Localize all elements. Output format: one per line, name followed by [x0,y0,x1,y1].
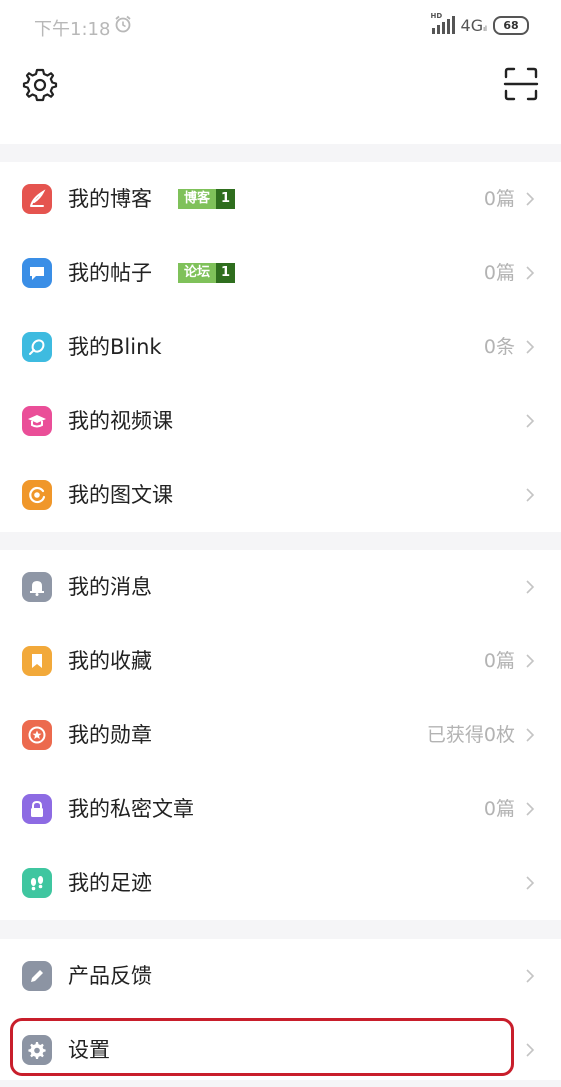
bell-icon [22,572,52,602]
menu-item-blog[interactable]: 我的博客 博客 1 0篇 [0,162,561,236]
menu-item-label: 我的帖子 [68,261,152,285]
status-indicators: HD 4Gıl 68 [431,12,529,36]
forum-badge: 论坛 1 [178,263,236,283]
menu-item-value: 0篇 [483,188,515,210]
signal-icon: HD [431,12,455,34]
menu-item-label: 我的图文课 [68,483,173,507]
menu-item-label: 我的私密文章 [68,797,194,821]
menu-item-value: 0篇 [483,798,515,820]
menu-item-video-course[interactable]: 我的视频课 [0,384,561,458]
chevron-right-icon [526,802,535,816]
menu-item-image-course[interactable]: 我的图文课 [0,458,561,532]
menu-item-blink[interactable]: 我的Blink 0条 [0,310,561,384]
menu-item-footprints[interactable]: 我的足迹 [0,846,561,920]
network-sub: ıl [483,24,487,33]
chevron-right-icon [526,969,535,983]
blog-badge: 博客 1 [178,189,236,209]
chat-bubble-icon [22,258,52,288]
scan-icon[interactable] [503,66,539,102]
alarm-icon [115,15,131,33]
lock-icon [22,794,52,824]
menu-item-posts[interactable]: 我的帖子 论坛 1 0篇 [0,236,561,310]
menu-item-value: 0条 [483,336,515,358]
menu-item-label: 我的博客 [68,187,152,211]
bookmark-icon [22,646,52,676]
status-bar: 下午1:18 HD 4Gıl 68 [0,0,561,52]
battery-level: 68 [503,18,519,32]
network-label: 4G [460,15,484,35]
blog-pen-icon [22,184,52,214]
badge-count: 1 [216,189,236,209]
menu-item-messages[interactable]: 我的消息 [0,550,561,624]
battery-icon: 68 [493,15,529,35]
pin-icon [22,332,52,362]
menu-item-label: 我的消息 [68,575,152,599]
target-icon [22,480,52,510]
menu-item-label: 我的收藏 [68,649,152,673]
graduation-cap-icon [22,406,52,436]
menu-item-favorites[interactable]: 我的收藏 0篇 [0,624,561,698]
chevron-right-icon [526,192,535,206]
chevron-right-icon [526,414,535,428]
footprint-icon [22,868,52,898]
network-type: 4Gıl [461,16,487,35]
menu-item-label: 产品反馈 [68,964,152,988]
menu-item-value: 已获得0枚 [426,724,515,746]
badge-text: 论坛 [178,263,217,283]
pencil-icon [22,961,52,991]
chevron-right-icon [526,876,535,890]
status-time: 下午1:18 [34,19,111,40]
badge-text: 博客 [178,189,217,209]
menu-item-label: 我的视频课 [68,409,173,433]
hd-label: HD [430,12,443,20]
chevron-right-icon [526,580,535,594]
menu-item-label: 我的勋章 [68,723,152,747]
menu-item-label: 我的Blink [68,335,162,359]
chevron-right-icon [526,340,535,354]
content-group-1: 我的博客 博客 1 0篇 我的帖子 论坛 1 0篇 我的Blink 0条 我的视… [0,162,561,532]
medal-icon [22,720,52,750]
menu-item-feedback[interactable]: 产品反馈 [0,939,561,1013]
chevron-right-icon [526,654,535,668]
gear-icon[interactable] [22,66,58,102]
top-bar [0,52,561,144]
menu-item-label: 我的足迹 [68,871,152,895]
chevron-right-icon [526,1043,535,1057]
badge-count: 1 [216,263,236,283]
chevron-right-icon [526,488,535,502]
menu-item-medals[interactable]: 我的勋章 已获得0枚 [0,698,561,772]
chevron-right-icon [526,728,535,742]
content-group-2: 我的消息 我的收藏 0篇 我的勋章 已获得0枚 我的私密文章 0篇 我的足迹 [0,550,561,920]
chevron-right-icon [526,266,535,280]
menu-item-private-articles[interactable]: 我的私密文章 0篇 [0,772,561,846]
settings-highlight-box [10,1018,514,1076]
menu-item-value: 0篇 [483,262,515,284]
menu-item-value: 0篇 [483,650,515,672]
